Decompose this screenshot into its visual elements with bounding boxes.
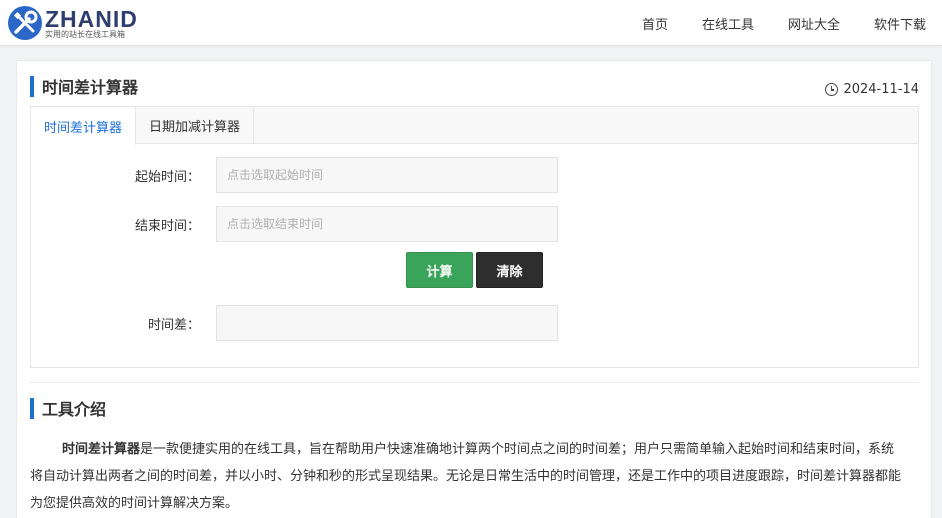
- logo-text: ZHANID 实用的站长在线工具箱: [45, 7, 138, 40]
- publish-date: 2024-11-14: [825, 82, 919, 97]
- tool-panel: 时间差计算器 日期加减计算器 起始时间： 结束时间： 计算 清除 时间差：: [30, 106, 919, 368]
- start-time-row: 起始时间：: [96, 157, 558, 193]
- calculate-button[interactable]: 计算: [406, 252, 473, 288]
- tab-time-difference[interactable]: 时间差计算器: [31, 107, 137, 145]
- wrench-screwdriver-icon: [7, 5, 43, 41]
- intro-title-text: 工具介绍: [42, 400, 107, 419]
- site-logo[interactable]: ZHANID 实用的站长在线工具箱: [7, 5, 138, 41]
- clear-button[interactable]: 清除: [476, 252, 543, 288]
- date-text: 2024-11-14: [843, 82, 919, 97]
- nav-site-directory[interactable]: 网址大全: [788, 14, 840, 33]
- logo-name: ZHANID: [45, 5, 138, 32]
- main-nav: 首页 在线工具 网址大全 软件下载: [608, 0, 926, 46]
- logo-tagline: 实用的站长在线工具箱: [45, 29, 125, 39]
- result-row: 时间差：: [96, 305, 558, 341]
- nav-home[interactable]: 首页: [642, 14, 668, 33]
- nav-software-download[interactable]: 软件下载: [874, 14, 926, 33]
- intro-bold-name: 时间差计算器: [62, 442, 141, 457]
- end-time-input[interactable]: [216, 206, 558, 242]
- intro-paragraph: 时间差计算器是一款便捷实用的在线工具，旨在帮助用户快速准确地计算两个时间点之间的…: [30, 436, 904, 517]
- section-divider: [30, 382, 919, 383]
- tool-tabs: 时间差计算器 日期加减计算器: [31, 107, 918, 145]
- intro-title: 工具介绍: [30, 396, 106, 420]
- result-field: [216, 305, 558, 341]
- title-accent-bar: [30, 75, 34, 97]
- result-label: 时间差：: [147, 317, 200, 333]
- nav-online-tools[interactable]: 在线工具: [702, 14, 754, 33]
- start-time-input[interactable]: [216, 157, 558, 193]
- start-time-label: 起始时间：: [134, 169, 200, 185]
- clock-icon: [825, 83, 839, 96]
- content-card: 时间差计算器 2024-11-14 时间差计算器 日期加减计算器 起始时间： 结…: [16, 60, 932, 518]
- intro-accent-bar: [30, 397, 34, 419]
- page-title: 时间差计算器: [30, 74, 138, 98]
- tab-date-add-subtract[interactable]: 日期加减计算器: [136, 107, 255, 144]
- intro-text: 是一款便捷实用的在线工具，旨在帮助用户快速准确地计算两个时间点之间的时间差；用户…: [30, 442, 902, 511]
- page-title-text: 时间差计算器: [42, 78, 139, 97]
- end-time-row: 结束时间：: [96, 206, 558, 242]
- site-header: ZHANID 实用的站长在线工具箱 首页 在线工具 网址大全 软件下载: [0, 0, 942, 46]
- end-time-label: 结束时间：: [134, 218, 200, 234]
